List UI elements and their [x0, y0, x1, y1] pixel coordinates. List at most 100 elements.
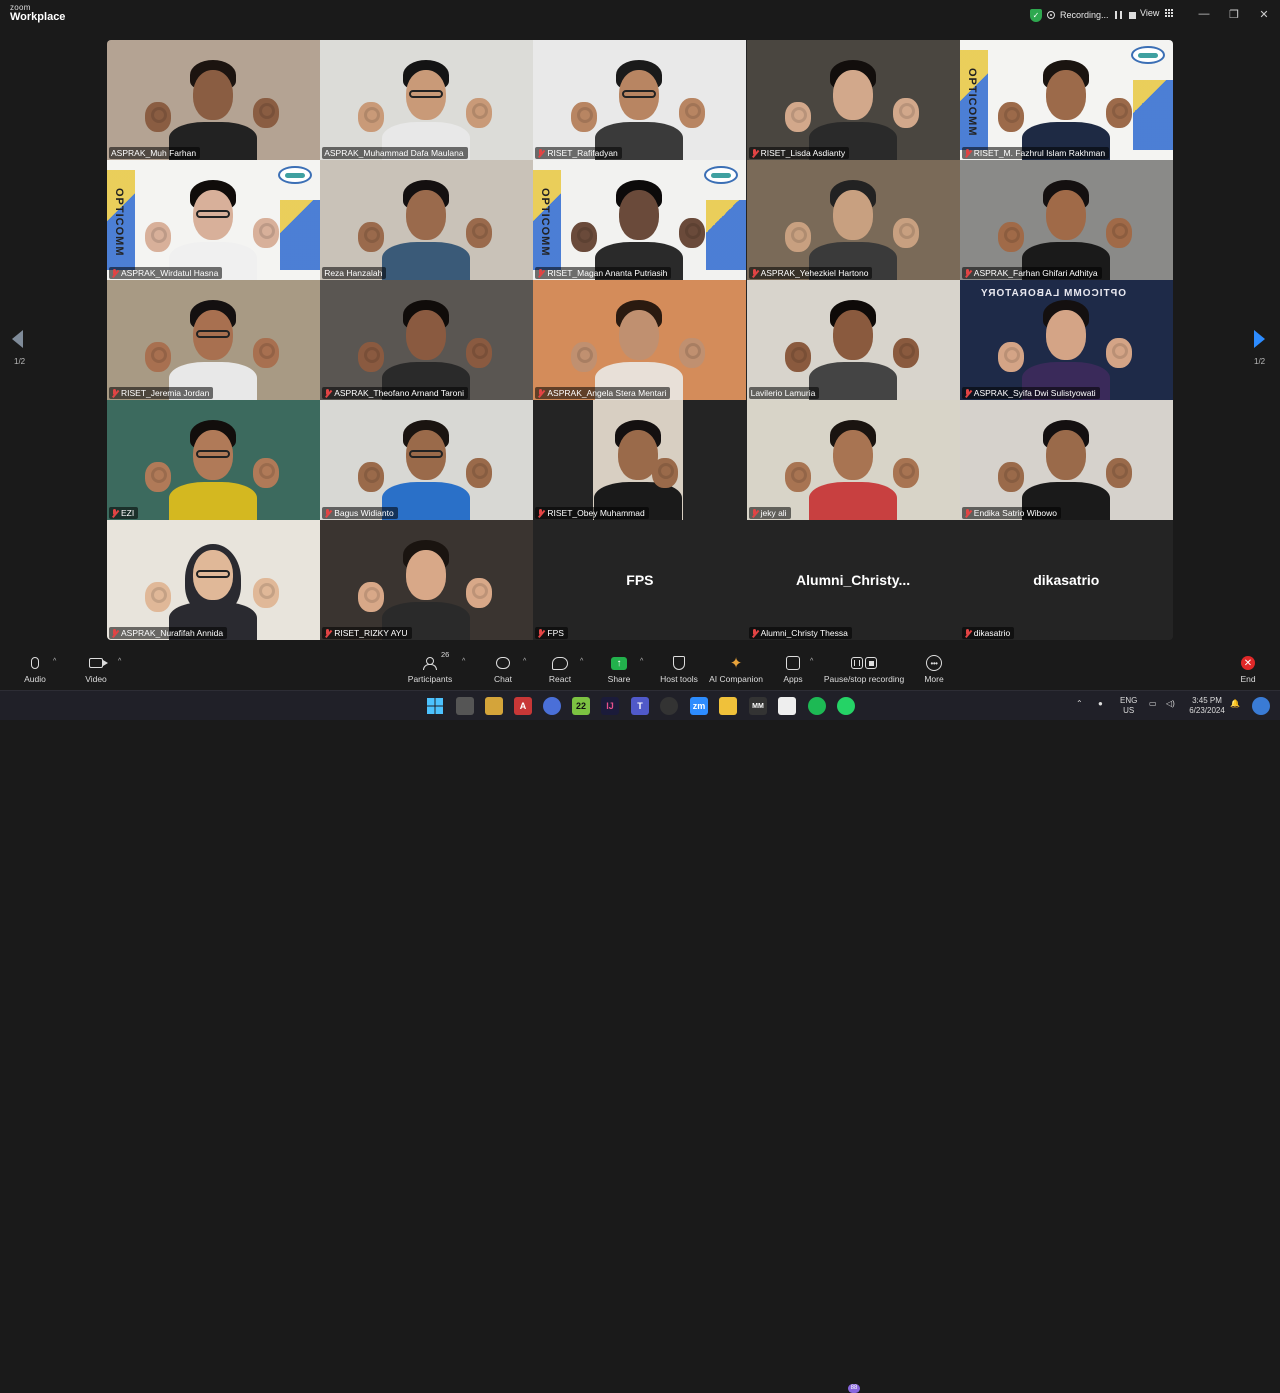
video-tile[interactable]: OPTICOMM RISET_Magan Ananta Putriasih	[533, 160, 747, 280]
encryption-shield-icon[interactable]: ✓	[1030, 8, 1042, 22]
participant-video	[593, 400, 684, 520]
document-icon[interactable]	[778, 697, 796, 715]
apps-label: Apps	[783, 674, 803, 684]
video-tile[interactable]: Bagus Widianto	[320, 400, 534, 520]
recording-text: Recording...	[1060, 10, 1109, 20]
notification-bell-icon[interactable]: 🔔	[1230, 699, 1240, 709]
ok-hand-gesture	[784, 102, 811, 132]
file-explorer-icon[interactable]	[719, 697, 737, 715]
video-tile[interactable]: RISET_Lisda Asdianty	[746, 40, 960, 160]
pause-stop-recording-button[interactable]: Pause/stop recording	[824, 654, 904, 684]
video-tile[interactable]: OPTICOMM ASPRAK_Wirdatul Hasna	[107, 160, 320, 280]
next-page-button[interactable]	[1254, 330, 1268, 350]
minimize-button[interactable]: —	[1196, 6, 1212, 22]
video-tile[interactable]: FPS FPS	[533, 520, 747, 640]
end-meeting-button[interactable]: ✕ End	[1213, 654, 1280, 684]
language-indicator[interactable]: ENG US	[1120, 696, 1137, 715]
clock-time: 3:45 PM	[1192, 696, 1222, 705]
participant-name: RISET_M. Fazhrul Islam Rakhman	[973, 148, 1106, 158]
video-tile[interactable]: Endika Satrio Wibowo	[959, 400, 1173, 520]
video-tile[interactable]: RISET_Rafifadyan	[533, 40, 747, 160]
ok-hand-gesture	[358, 582, 385, 612]
ok-hand-gesture	[358, 102, 385, 132]
participants-options-caret[interactable]: ^	[462, 658, 465, 665]
view-button[interactable]: View	[1140, 8, 1174, 18]
share-options-caret[interactable]: ^	[640, 658, 643, 665]
video-tile[interactable]: ASPRAK_Theofano Arnand Taroni	[320, 280, 534, 400]
participant-face	[619, 190, 660, 240]
clock-date: 6/23/2024	[1189, 705, 1225, 715]
task-view-icon[interactable]	[456, 697, 474, 715]
video-tile[interactable]: OPTICOMM RISET_M. Fazhrul Islam Rakhman	[959, 40, 1173, 160]
windows-start-icon[interactable]	[426, 697, 444, 715]
participant-name: RISET_Magan Ananta Putriasih	[547, 268, 668, 278]
audio-button[interactable]: Audio	[0, 654, 70, 684]
muted-microphone-icon	[964, 628, 971, 638]
muted-microphone-icon	[324, 388, 331, 398]
video-tile[interactable]: ASPRAK_Farhan Ghifari Adhitya	[959, 160, 1173, 280]
previous-page-button[interactable]	[12, 330, 26, 350]
muted-microphone-icon	[324, 508, 331, 518]
video-tile[interactable]: ASPRAK_Muhammad Dafa Maulana	[320, 40, 534, 160]
participant-face	[193, 70, 233, 120]
microphone-icon	[31, 657, 39, 669]
more-button[interactable]: ••• More	[899, 654, 969, 684]
video-tile[interactable]: Reza Hanzalah	[320, 160, 534, 280]
volume-icon[interactable]: ◁)	[1166, 699, 1175, 709]
jetbrains-icon[interactable]: IJ	[601, 697, 619, 715]
microphone-tray-icon[interactable]: ●	[1098, 699, 1103, 709]
participant-face	[406, 190, 447, 240]
zoom-taskbar-icon[interactable]: zm	[690, 697, 708, 715]
restore-button[interactable]: ❐	[1226, 6, 1242, 22]
pause-recording-button[interactable]	[1114, 11, 1123, 20]
muted-microphone-icon	[751, 268, 758, 278]
mm-app-icon[interactable]: MM	[749, 697, 767, 715]
audio-options-caret[interactable]: ^	[53, 658, 56, 665]
participant-name: RISET_Obey Muhammad	[547, 508, 645, 518]
video-tile[interactable]: jeky ali	[746, 400, 960, 520]
video-tile[interactable]: EZI	[107, 400, 320, 520]
opticomm-lab-text: OPTICOMM LABORATORY	[979, 288, 1126, 299]
copilot-icon[interactable]	[1252, 697, 1270, 715]
video-tile[interactable]: Lavilerio Lamuria	[746, 280, 960, 400]
video-tile[interactable]: Alumni_Christy... Alumni_Christy Thessa	[746, 520, 960, 640]
video-options-caret[interactable]: ^	[118, 658, 121, 665]
share-label: Share	[607, 674, 631, 684]
participant-video	[320, 280, 533, 400]
store-icon[interactable]	[485, 697, 503, 715]
apps-button[interactable]: Apps	[758, 654, 828, 684]
close-window-button[interactable]: ✕	[1256, 6, 1272, 22]
participants-button[interactable]: 26 Participants	[395, 650, 465, 684]
video-tile[interactable]: ASPRAK_Muh Farhan	[107, 40, 320, 160]
logo-workplace-text: Workplace	[10, 11, 66, 23]
video-tile[interactable]: dikasatrio dikasatrio	[959, 520, 1173, 640]
stop-recording-button[interactable]	[1128, 11, 1137, 20]
video-tile[interactable]: ASPRAK_Nurafifah Annida	[107, 520, 320, 640]
apps-options-caret[interactable]: ^	[810, 658, 813, 665]
clock[interactable]: 3:45 PM 6/23/2024	[1185, 696, 1229, 715]
participant-nameplate: RISET_Rafifadyan	[535, 147, 622, 159]
video-tile[interactable]: RISET_RIZKY AYU	[320, 520, 534, 640]
spotify-icon[interactable]	[808, 697, 826, 715]
calendar-icon[interactable]: 22	[572, 697, 590, 715]
react-options-caret[interactable]: ^	[580, 658, 583, 665]
discord-icon[interactable]	[543, 697, 561, 715]
chevron-up-icon[interactable]: ⌃	[1076, 699, 1083, 709]
participant-nameplate: ASPRAK_Farhan Ghifari Adhitya	[961, 267, 1102, 279]
video-tile[interactable]: ASPRAK_Yehezkiel Hartono	[746, 160, 960, 280]
video-tile[interactable]: OPTICOMM LABORATORY ASPRAK_Syifa Dwi Suli…	[959, 280, 1173, 400]
participant-video	[320, 160, 533, 280]
github-icon[interactable]	[660, 697, 678, 715]
video-tile[interactable]: RISET_Jeremia Jordan	[107, 280, 320, 400]
virtual-background-shape	[280, 200, 320, 270]
whatsapp-icon[interactable]	[837, 697, 855, 715]
network-icon[interactable]: ▭	[1149, 699, 1157, 709]
teams-icon[interactable]: T	[631, 697, 649, 715]
app-a-icon[interactable]: A	[514, 697, 532, 715]
video-tile[interactable]: ASPRAK_Angela Stera Mentari	[533, 280, 747, 400]
muted-microphone-icon	[111, 268, 118, 278]
video-tile[interactable]: RISET_Obey Muhammad	[533, 400, 747, 520]
participant-name: ASPRAK_Yehezkiel Hartono	[760, 268, 869, 278]
participant-nameplate: RISET_Jeremia Jordan	[109, 387, 214, 399]
participant-name: ASPRAK_Muh Farhan	[111, 148, 197, 158]
